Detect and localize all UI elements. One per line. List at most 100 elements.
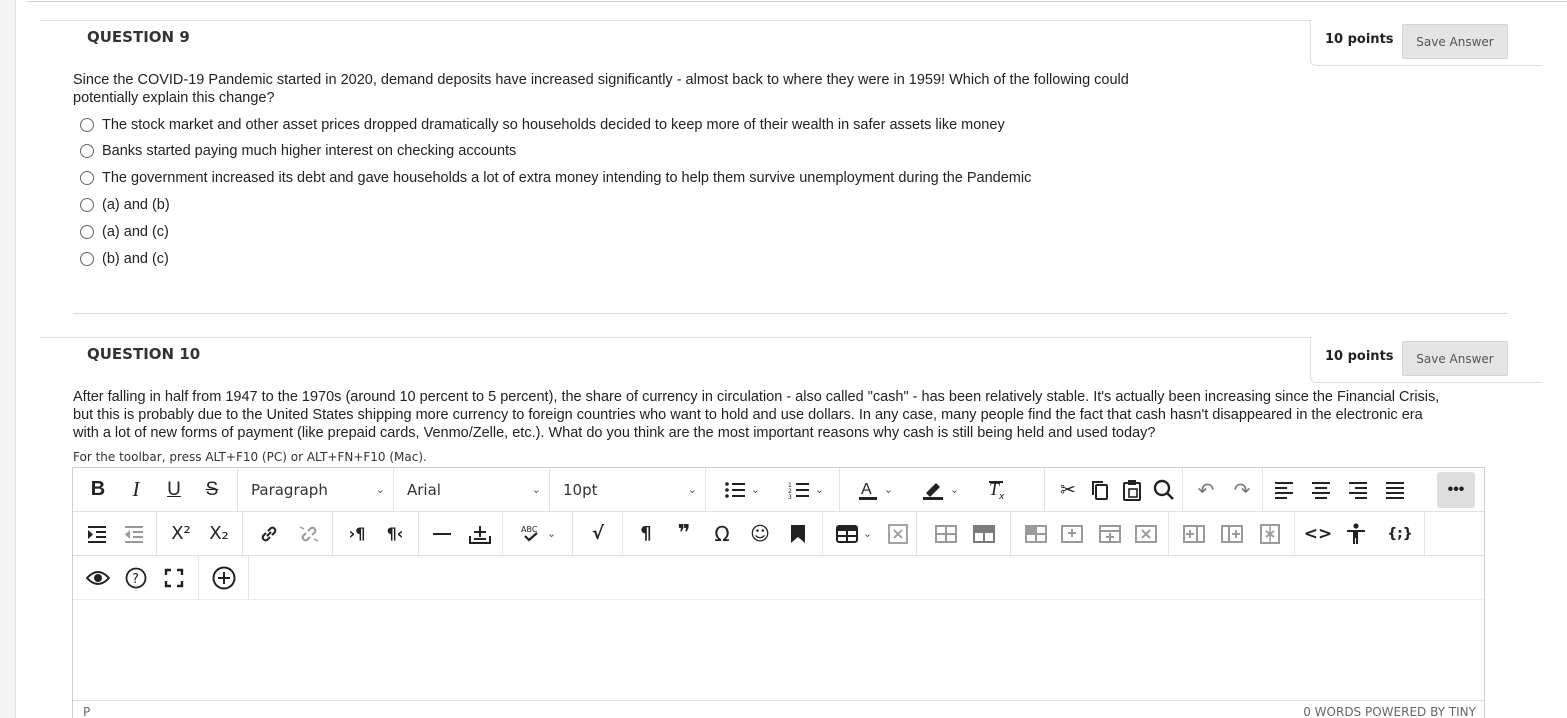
align-center-button[interactable]	[1306, 474, 1336, 505]
add-content-button[interactable]	[209, 562, 239, 593]
align-left-button[interactable]	[1269, 474, 1299, 505]
indent-button[interactable]	[81, 518, 113, 549]
toolbar-group-view: ?	[73, 556, 199, 599]
answer-option-f[interactable]: (b) and (c)	[80, 249, 169, 269]
insert-row-after-button[interactable]	[1095, 518, 1125, 549]
insert-table-button[interactable]: ⌄	[833, 518, 875, 549]
answer-option-e[interactable]: (a) and (c)	[80, 222, 169, 242]
answer-option-c[interactable]: The government increased its debt and ga…	[80, 168, 1031, 188]
question-10-title: QUESTION 10	[87, 345, 201, 363]
plus-circle-icon	[212, 566, 236, 589]
horizontal-line-button[interactable]	[427, 518, 457, 549]
element-path[interactable]: P	[83, 705, 90, 718]
toolbar-row-1: B I U S Paragraph ⌄ Arial ⌄ 10pt ⌄ ⌄ 1 2…	[73, 468, 1484, 512]
outdent-icon	[125, 525, 143, 543]
bold-button[interactable]: B	[83, 474, 113, 505]
radio-button[interactable]	[80, 171, 94, 185]
font-family-dropdown[interactable]: Arial ⌄	[394, 474, 549, 505]
show-blocks-button[interactable]: ¶	[631, 518, 661, 549]
insert-template-button[interactable]: {;}	[1383, 518, 1417, 549]
radio-button[interactable]	[80, 144, 94, 158]
toolbar-group-table: ⌄	[823, 512, 917, 555]
rtl-button[interactable]: ¶‹	[379, 518, 411, 549]
answer-option-label: Banks started paying much higher interes…	[102, 143, 517, 159]
font-size-value: 10pt	[563, 480, 598, 499]
strikethrough-button[interactable]: S	[197, 474, 227, 505]
find-replace-button[interactable]	[1149, 474, 1179, 505]
undo-button[interactable]: ↶	[1191, 474, 1221, 505]
insert-link-button[interactable]	[253, 518, 285, 549]
copy-button[interactable]	[1085, 474, 1115, 505]
font-size-dropdown[interactable]: 10pt ⌄	[550, 474, 705, 505]
clear-formatting-icon: Tx	[989, 479, 1005, 501]
more-options-button[interactable]: •••	[1437, 472, 1475, 508]
remove-link-button[interactable]	[293, 518, 325, 549]
superscript-button[interactable]: X²	[165, 518, 197, 549]
left-to-right-icon: ›¶	[348, 524, 366, 543]
highlight-color-button[interactable]: ⌄	[914, 474, 966, 505]
accessibility-checker-button[interactable]	[1341, 518, 1371, 549]
editor-text-area[interactable]	[73, 601, 1484, 701]
toolbar-row-3: ?	[73, 556, 1484, 600]
svg-text:?: ?	[132, 572, 139, 587]
clear-formatting-button[interactable]: Tx	[980, 474, 1014, 505]
indent-icon	[88, 525, 106, 543]
insert-column-before-button[interactable]	[1179, 518, 1209, 549]
anchor-button[interactable]	[783, 518, 813, 549]
delete-row-button[interactable]	[1131, 518, 1161, 549]
insert-row-before-button[interactable]	[1057, 518, 1087, 549]
question-10-save-answer-button[interactable]: Save Answer	[1402, 341, 1508, 376]
outdent-button[interactable]	[118, 518, 150, 549]
subscript-button[interactable]: X₂	[203, 518, 235, 549]
preview-button[interactable]	[83, 562, 113, 593]
emoji-button[interactable]: ☺	[745, 518, 775, 549]
question-9-save-answer-button[interactable]: Save Answer	[1402, 24, 1508, 59]
answer-option-d[interactable]: (a) and (b)	[80, 195, 170, 215]
delete-table-button[interactable]	[883, 518, 913, 549]
question-10-text-line: but this is probably due to the United S…	[73, 407, 1423, 423]
toolbar-group-rows	[1011, 512, 1169, 555]
radio-button[interactable]	[80, 252, 94, 266]
redo-button[interactable]: ↷	[1227, 474, 1257, 505]
table-row-properties-button[interactable]	[969, 518, 999, 549]
toolbar-hint: For the toolbar, press ALT+F10 (PC) or A…	[73, 450, 427, 464]
text-color-button[interactable]: A ⌄	[850, 474, 900, 505]
insert-math-button[interactable]	[465, 518, 495, 549]
block-format-dropdown[interactable]: Paragraph ⌄	[238, 474, 393, 505]
blockquote-button[interactable]: ❞	[669, 518, 699, 549]
help-button[interactable]: ?	[121, 562, 151, 593]
toolbar-group-insert: ¶ ❞ Ω ☺	[623, 512, 823, 555]
fullscreen-button[interactable]	[159, 562, 189, 593]
underline-button[interactable]: U	[159, 474, 189, 505]
special-character-button[interactable]: Ω	[707, 518, 737, 549]
spellcheck-button[interactable]: ABC ⌄	[513, 518, 563, 549]
insert-column-after-button[interactable]	[1217, 518, 1247, 549]
paste-button[interactable]	[1117, 474, 1147, 505]
answer-option-a[interactable]: The stock market and other asset prices …	[80, 115, 1005, 135]
align-right-button[interactable]	[1343, 474, 1373, 505]
bullet-list-button[interactable]: ⌄	[716, 474, 768, 505]
question-divider	[73, 313, 1508, 314]
source-code-button[interactable]: <>	[1303, 518, 1333, 549]
answer-option-b[interactable]: Banks started paying much higher interes…	[80, 141, 516, 161]
cut-button[interactable]: ✂	[1053, 474, 1083, 505]
answer-option-label: The stock market and other asset prices …	[102, 117, 1005, 133]
italic-button[interactable]: I	[121, 474, 151, 505]
text-color-icon: A	[858, 481, 877, 500]
delete-column-button[interactable]	[1255, 518, 1285, 549]
equation-button[interactable]: √	[583, 518, 613, 549]
toolbar-group-columns	[1169, 512, 1295, 555]
table-properties-button[interactable]	[931, 518, 961, 549]
answer-option-label: The government increased its debt and ga…	[102, 170, 1032, 186]
left-rail	[0, 0, 16, 718]
delete-table-icon	[888, 523, 908, 544]
unlink-icon	[299, 525, 319, 542]
table-cell-properties-button[interactable]	[1021, 518, 1051, 549]
radio-button[interactable]	[80, 198, 94, 212]
numbered-list-button[interactable]: 123 ⌄	[780, 474, 832, 505]
justify-button[interactable]	[1380, 474, 1410, 505]
radio-button[interactable]	[80, 225, 94, 239]
radio-button[interactable]	[80, 118, 94, 132]
question-9-points-box: 10 points Save Answer	[1310, 20, 1542, 66]
ltr-button[interactable]: ›¶	[341, 518, 373, 549]
